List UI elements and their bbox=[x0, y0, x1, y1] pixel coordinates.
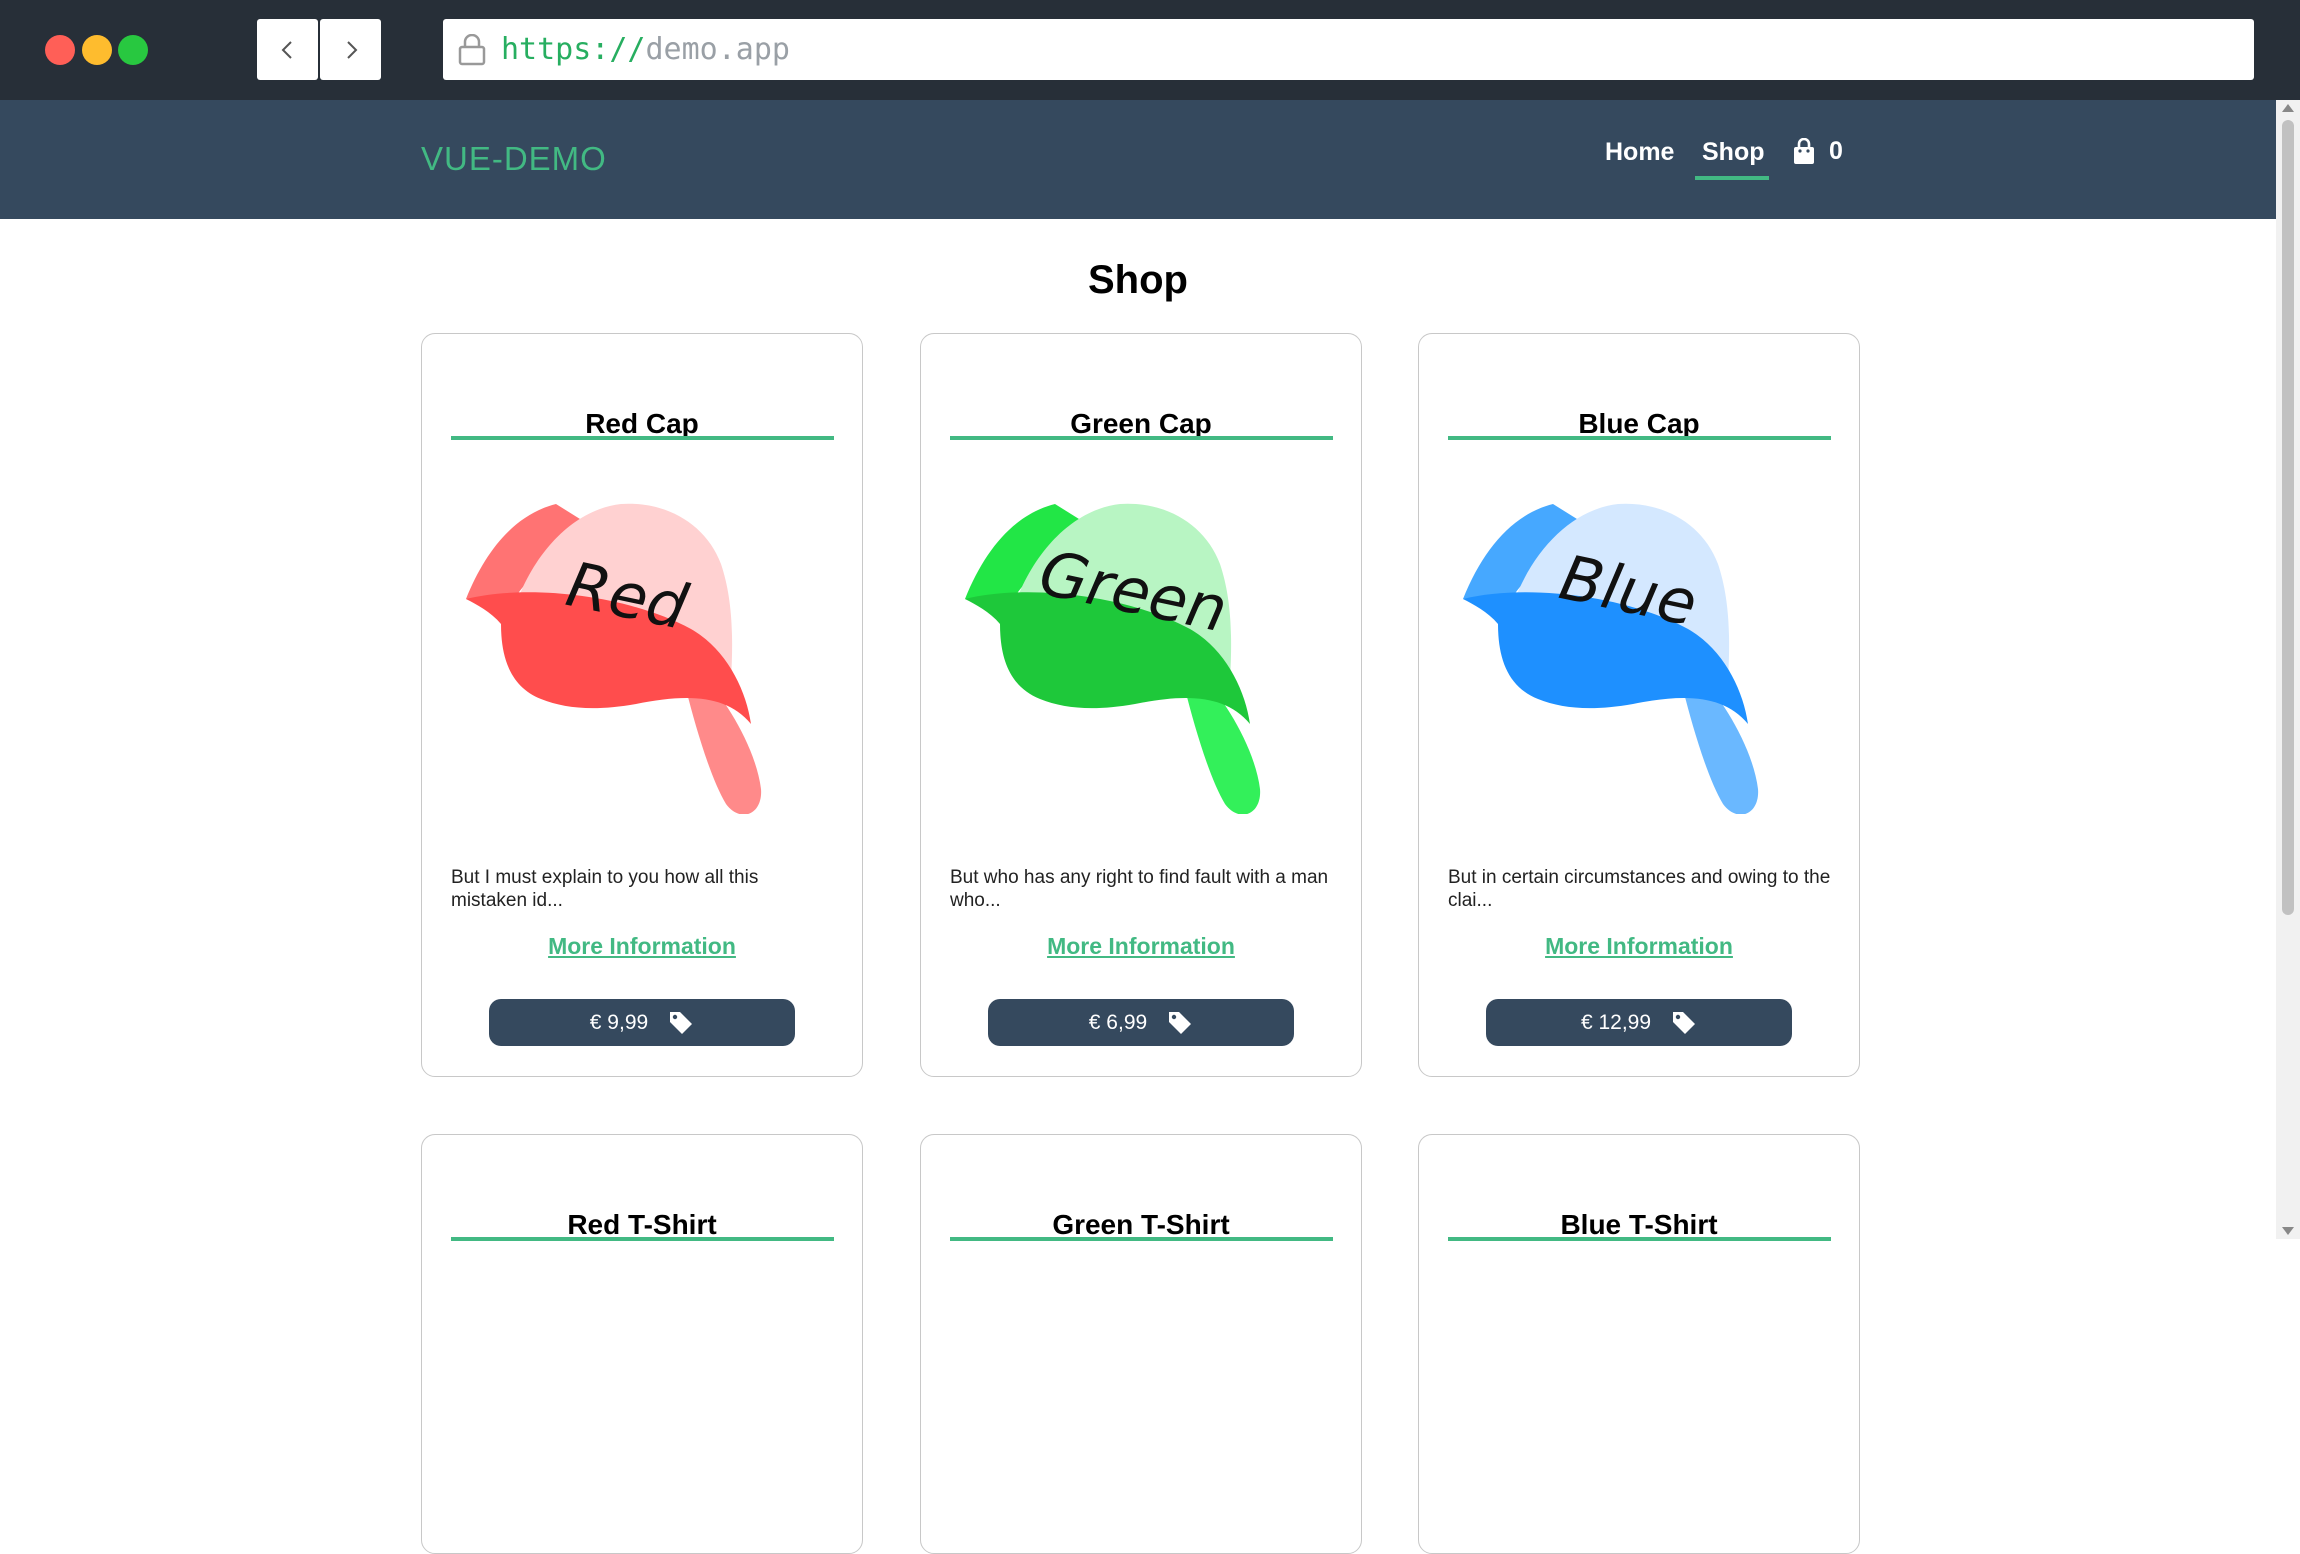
product-description: But who has any right to find fault with… bbox=[950, 867, 1329, 911]
back-button[interactable] bbox=[257, 19, 318, 80]
brand-logo[interactable]: VUE-DEMO bbox=[421, 140, 607, 178]
more-information-link[interactable]: More Information bbox=[422, 933, 862, 960]
maximize-window-button[interactable] bbox=[118, 35, 148, 65]
product-card: Green T-Shirt bbox=[920, 1134, 1362, 1554]
more-information-link[interactable]: More Information bbox=[1419, 933, 1859, 960]
product-card: Green Cap Green But who has any right to… bbox=[920, 333, 1362, 1077]
price-tag-icon bbox=[670, 1011, 693, 1034]
title-divider bbox=[451, 436, 834, 440]
nav-active-indicator bbox=[1695, 176, 1769, 180]
product-description: But in certain circumstances and owing t… bbox=[1448, 867, 1831, 911]
browser-chrome: https://demo.app bbox=[0, 0, 2300, 100]
price-label: € 6,99 bbox=[1088, 1010, 1148, 1034]
product-card: Red T-Shirt bbox=[421, 1134, 863, 1554]
chevron-left-icon bbox=[281, 40, 292, 59]
title-divider bbox=[451, 1237, 834, 1241]
product-card: Red Cap Red But I must explain to you ho… bbox=[421, 333, 863, 1077]
more-information-link[interactable]: More Information bbox=[921, 933, 1361, 960]
scrollbar-thumb[interactable] bbox=[2282, 120, 2294, 915]
page-scrollbar[interactable] bbox=[2276, 100, 2300, 1239]
url-host: demo.app bbox=[645, 32, 791, 67]
title-divider bbox=[1448, 1237, 1831, 1241]
product-card: Blue T-Shirt bbox=[1418, 1134, 1860, 1554]
scroll-up-arrow[interactable] bbox=[2282, 104, 2294, 112]
price-label: € 9,99 bbox=[589, 1010, 649, 1034]
url-scheme: https:// bbox=[501, 32, 646, 67]
product-card: Blue Cap Blue But in certain circumstanc… bbox=[1418, 333, 1860, 1077]
cart-count: 0 bbox=[1829, 137, 1843, 165]
cart-button[interactable]: 0 bbox=[1791, 137, 1843, 166]
add-to-cart-button[interactable]: € 6,99 bbox=[988, 999, 1294, 1046]
nav-home[interactable]: Home bbox=[1605, 138, 1674, 167]
lock-icon bbox=[458, 33, 486, 65]
price-tag-icon bbox=[1673, 1011, 1696, 1034]
add-to-cart-button[interactable]: € 9,99 bbox=[489, 999, 795, 1046]
add-to-cart-button[interactable]: € 12,99 bbox=[1486, 999, 1792, 1046]
product-image: Red bbox=[466, 503, 762, 814]
title-divider bbox=[950, 436, 1333, 440]
product-image: Green bbox=[965, 503, 1261, 814]
product-description: But I must explain to you how all this m… bbox=[451, 867, 759, 911]
site-header: VUE-DEMO Home Shop 0 bbox=[0, 100, 2276, 219]
nav-shop[interactable]: Shop bbox=[1702, 138, 1765, 167]
price-label: € 12,99 bbox=[1580, 1010, 1652, 1034]
chevron-right-icon bbox=[346, 40, 357, 59]
scroll-down-arrow[interactable] bbox=[2282, 1227, 2294, 1235]
product-image: Blue bbox=[1463, 503, 1759, 814]
page-title: Shop bbox=[1088, 258, 1188, 302]
forward-button[interactable] bbox=[320, 19, 381, 80]
shopping-bag-icon bbox=[1794, 137, 1814, 164]
close-window-button[interactable] bbox=[45, 35, 75, 65]
title-divider bbox=[950, 1237, 1333, 1241]
minimize-window-button[interactable] bbox=[82, 35, 112, 65]
price-tag-icon bbox=[1169, 1011, 1192, 1034]
address-bar[interactable]: https://demo.app bbox=[443, 19, 2254, 80]
title-divider bbox=[1448, 436, 1831, 440]
